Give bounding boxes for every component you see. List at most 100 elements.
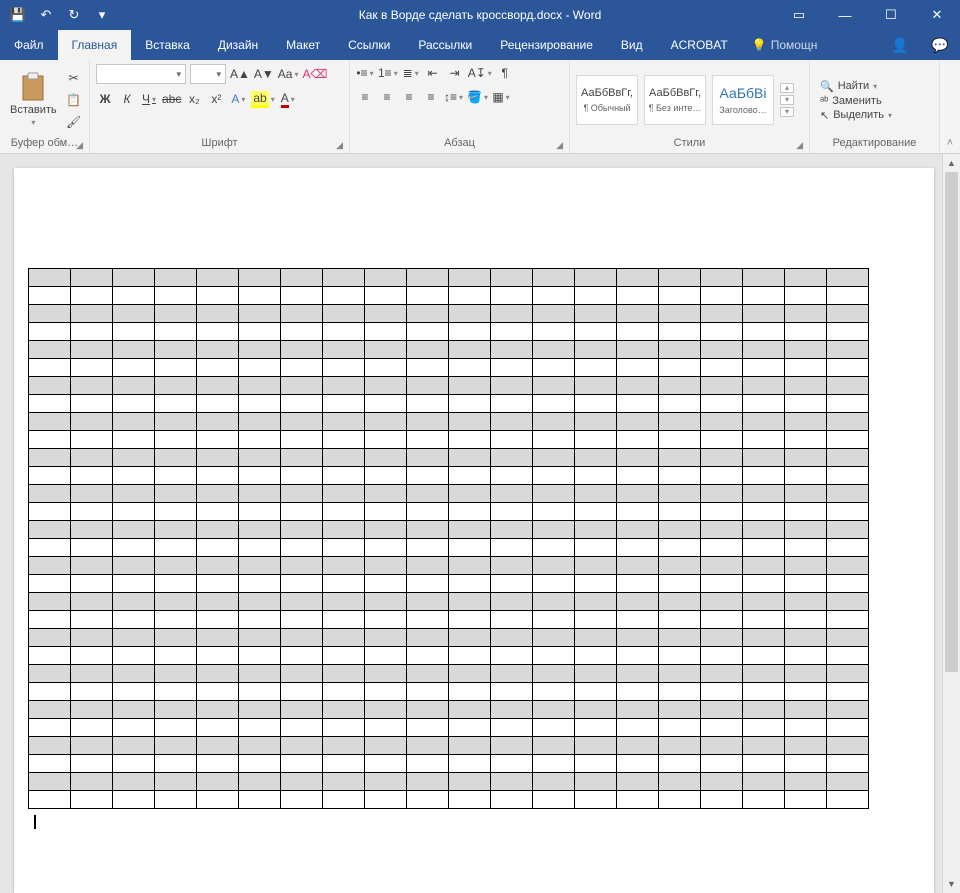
table-cell[interactable]	[743, 467, 785, 485]
table-cell[interactable]	[239, 341, 281, 359]
table-cell[interactable]	[239, 647, 281, 665]
table-cell[interactable]	[659, 341, 701, 359]
table-cell[interactable]	[239, 287, 281, 305]
table-cell[interactable]	[701, 359, 743, 377]
table-cell[interactable]	[113, 521, 155, 539]
table-cell[interactable]	[785, 737, 827, 755]
table-cell[interactable]	[617, 449, 659, 467]
table-cell[interactable]	[155, 431, 197, 449]
tab-review[interactable]: Рецензирование	[486, 30, 607, 60]
table-cell[interactable]	[29, 557, 71, 575]
justify-button[interactable]: ≡	[422, 88, 440, 106]
table-cell[interactable]	[239, 359, 281, 377]
table-cell[interactable]	[281, 431, 323, 449]
table-cell[interactable]	[659, 503, 701, 521]
table-cell[interactable]	[281, 413, 323, 431]
find-button[interactable]: 🔍Найти ▾	[820, 80, 892, 93]
table-cell[interactable]	[575, 359, 617, 377]
table-cell[interactable]	[71, 323, 113, 341]
table-cell[interactable]	[113, 755, 155, 773]
table-cell[interactable]	[533, 449, 575, 467]
table-cell[interactable]	[365, 467, 407, 485]
table-cell[interactable]	[197, 755, 239, 773]
table-cell[interactable]	[365, 629, 407, 647]
table-cell[interactable]	[449, 485, 491, 503]
table-cell[interactable]	[197, 413, 239, 431]
table-cell[interactable]	[533, 773, 575, 791]
table-cell[interactable]	[491, 737, 533, 755]
table-cell[interactable]	[197, 521, 239, 539]
table-cell[interactable]	[239, 665, 281, 683]
table-cell[interactable]	[659, 539, 701, 557]
table-cell[interactable]	[449, 377, 491, 395]
table-cell[interactable]	[701, 503, 743, 521]
table-cell[interactable]	[407, 467, 449, 485]
table-cell[interactable]	[71, 647, 113, 665]
table-cell[interactable]	[239, 521, 281, 539]
table-cell[interactable]	[449, 431, 491, 449]
clipboard-dialog-launcher[interactable]: ◢	[76, 140, 83, 151]
table-cell[interactable]	[365, 269, 407, 287]
table-row[interactable]	[29, 467, 869, 485]
table-cell[interactable]	[281, 575, 323, 593]
table-cell[interactable]	[239, 431, 281, 449]
table-cell[interactable]	[659, 719, 701, 737]
table-cell[interactable]	[449, 503, 491, 521]
undo-icon[interactable]: ↶	[38, 7, 54, 23]
table-cell[interactable]	[281, 773, 323, 791]
table-cell[interactable]	[29, 701, 71, 719]
table-cell[interactable]	[449, 683, 491, 701]
table-cell[interactable]	[449, 719, 491, 737]
table-cell[interactable]	[155, 773, 197, 791]
table-cell[interactable]	[71, 557, 113, 575]
table-cell[interactable]	[281, 719, 323, 737]
table-cell[interactable]	[323, 413, 365, 431]
table-cell[interactable]	[29, 719, 71, 737]
table-cell[interactable]	[281, 593, 323, 611]
table-cell[interactable]	[281, 629, 323, 647]
table-cell[interactable]	[827, 287, 869, 305]
table-cell[interactable]	[239, 305, 281, 323]
table-cell[interactable]	[575, 413, 617, 431]
table-cell[interactable]	[239, 719, 281, 737]
table-cell[interactable]	[617, 557, 659, 575]
table-cell[interactable]	[113, 611, 155, 629]
table-cell[interactable]	[701, 737, 743, 755]
table-cell[interactable]	[197, 539, 239, 557]
table-cell[interactable]	[617, 611, 659, 629]
table-cell[interactable]	[491, 503, 533, 521]
table-cell[interactable]	[155, 611, 197, 629]
table-cell[interactable]	[659, 269, 701, 287]
table-cell[interactable]	[155, 647, 197, 665]
table-cell[interactable]	[113, 323, 155, 341]
table-cell[interactable]	[323, 395, 365, 413]
table-cell[interactable]	[197, 269, 239, 287]
table-cell[interactable]	[449, 611, 491, 629]
table-cell[interactable]	[323, 557, 365, 575]
table-cell[interactable]	[323, 341, 365, 359]
table-cell[interactable]	[743, 269, 785, 287]
table-cell[interactable]	[617, 467, 659, 485]
style-heading1[interactable]: АаБбВі Заголово…	[712, 75, 774, 125]
table-cell[interactable]	[575, 629, 617, 647]
style-normal[interactable]: АаБбВвГг, ¶ Обычный	[576, 75, 638, 125]
table-cell[interactable]	[407, 539, 449, 557]
table-cell[interactable]	[575, 377, 617, 395]
tab-references[interactable]: Ссылки	[334, 30, 404, 60]
table-cell[interactable]	[533, 323, 575, 341]
table-cell[interactable]	[239, 629, 281, 647]
table-cell[interactable]	[533, 683, 575, 701]
table-cell[interactable]	[71, 359, 113, 377]
table-cell[interactable]	[323, 773, 365, 791]
table-cell[interactable]	[113, 377, 155, 395]
table-cell[interactable]	[71, 287, 113, 305]
table-cell[interactable]	[365, 485, 407, 503]
table-cell[interactable]	[533, 791, 575, 809]
italic-button[interactable]: К	[118, 90, 136, 108]
table-cell[interactable]	[71, 629, 113, 647]
table-cell[interactable]	[827, 737, 869, 755]
table-cell[interactable]	[113, 305, 155, 323]
table-cell[interactable]	[197, 287, 239, 305]
table-cell[interactable]	[701, 665, 743, 683]
table-cell[interactable]	[491, 665, 533, 683]
